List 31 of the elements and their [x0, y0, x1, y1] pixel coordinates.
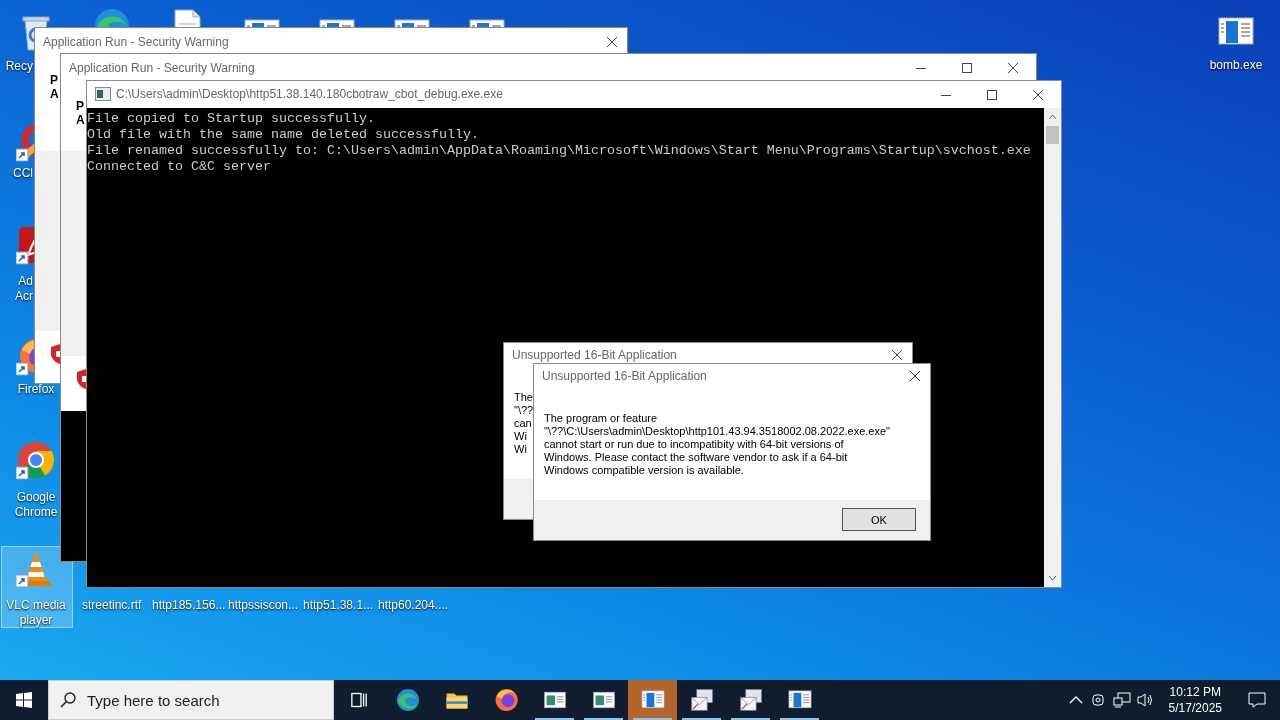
console-line: Old file with the same name deleted successfully.	[87, 127, 479, 143]
icon-label: httpssiscon...	[228, 598, 299, 613]
dialog-text: can	[514, 417, 532, 430]
icon-label: Ad Acr	[14, 274, 33, 304]
message-text: The program or feature "\??\C:\Users\admin\Desktop\http101.43.94.3518002.08.2022.exe.exe" cannot start or run due to incompatibity with 64-bit versions of Windows. Please contact the software vendor to ask if a 64-bit Windows compatible version is available.	[544, 412, 890, 477]
window-title: Unsupported 16-Bit Application	[512, 347, 677, 364]
window-title: Application Run - Security Warning	[43, 34, 229, 51]
icon-label: Firefox	[16, 382, 56, 397]
dialog-text: P	[76, 99, 84, 113]
window-title: Unsupported 16-Bit Application	[542, 368, 707, 385]
icon-label: bomb.exe	[1208, 58, 1264, 73]
icon-label: VLC media player	[5, 598, 67, 628]
icon-label: http60.204....	[378, 598, 449, 613]
window-title: C:\Users\admin\Desktop\http51.38.140.180cbotraw_cbot_debug.exe.exe	[116, 86, 503, 103]
console-line: Connected to C&C server	[87, 159, 271, 175]
dialog-text: "\??	[514, 404, 534, 417]
dialog-text: A	[50, 87, 59, 101]
dialog-text: The	[514, 391, 533, 404]
dialog-text: A	[76, 113, 85, 127]
window-title: Application Run - Security Warning	[69, 60, 255, 77]
dialog-text: Wi	[514, 430, 527, 443]
icon-label: CCl	[12, 166, 33, 181]
dialog-text: P	[50, 73, 58, 87]
icon-label: Recy	[4, 59, 33, 74]
console-line: File renamed successfully to: C:\Users\admin\AppData\Roaming\Microsoft\Windows\Start Menu\Programs\Startup\svchost.exe	[87, 143, 1031, 159]
icon-label: http185.156...	[152, 598, 226, 613]
icon-label: http51.38.1...	[303, 598, 374, 613]
dialog-text: Wi	[514, 443, 527, 456]
icon-label: Google Chrome	[13, 490, 59, 520]
icon-label: streetinc.rtf	[82, 598, 142, 613]
console-line: File copied to Startup successfully.	[87, 111, 375, 127]
